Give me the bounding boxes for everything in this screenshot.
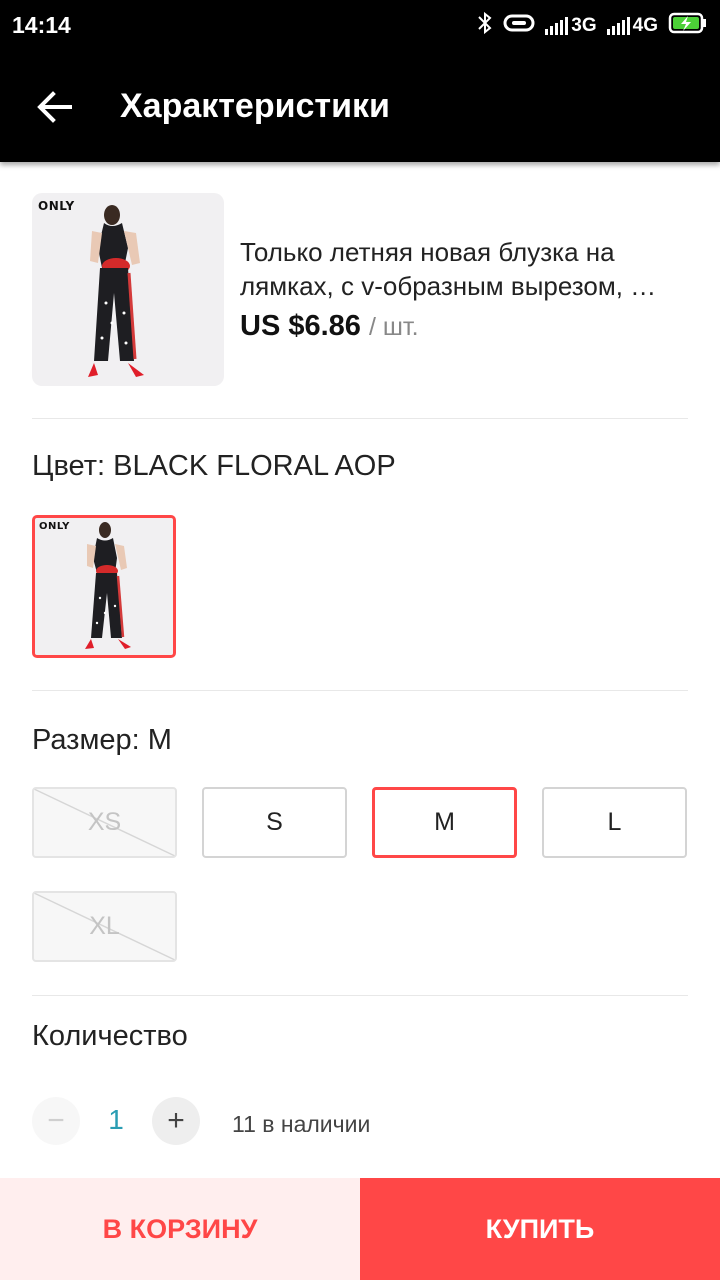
arrow-left-icon: [37, 91, 72, 123]
size-option-label: XS: [87, 808, 122, 836]
size-option-label: S: [266, 808, 283, 836]
network-type-label: 3G: [571, 15, 597, 36]
model-illustration: [88, 205, 144, 377]
quantity-value[interactable]: 1: [100, 1104, 132, 1136]
add-to-cart-label: В КОРЗИНУ: [102, 1213, 258, 1244]
link-icon: [503, 13, 535, 39]
divider: [32, 690, 688, 691]
minus-icon: −: [47, 1104, 65, 1137]
color-swatch-black-floral[interactable]: ONLY: [32, 515, 176, 658]
status-bar: 14:14 3G 4G: [0, 0, 720, 52]
divider: [32, 995, 688, 996]
status-icons: 3G 4G: [477, 10, 708, 42]
add-to-cart-button[interactable]: В КОРЗИНУ: [0, 1178, 360, 1280]
stock-count: 11 в наличии: [232, 1111, 371, 1137]
product-title-text: Только летняя новая блузка на лямках, с …: [240, 237, 657, 301]
quantity-decrease-button[interactable]: −: [32, 1097, 80, 1145]
price: US $6.86: [240, 310, 361, 342]
brand-logo: ONLY: [39, 521, 70, 532]
size-option-xs[interactable]: XS: [32, 787, 177, 858]
size-label: Размер: M: [32, 724, 172, 756]
signal-3g: 3G: [545, 15, 597, 37]
product-title: Только летняя новая блузка на лямках, с …: [240, 235, 690, 303]
size-option-s[interactable]: S: [202, 787, 347, 858]
battery-charging-icon: [668, 12, 708, 40]
back-button[interactable]: [24, 77, 84, 137]
price-row: US $6.86 / шт.: [240, 310, 419, 343]
buy-now-button[interactable]: КУПИТЬ: [360, 1178, 720, 1280]
network-type-label: 4G: [632, 15, 658, 36]
plus-icon: +: [167, 1104, 185, 1137]
price-unit: / шт.: [368, 313, 419, 341]
quantity-increase-button[interactable]: +: [152, 1097, 200, 1145]
brand-logo: ONLY: [38, 199, 75, 213]
size-option-label: XL: [89, 912, 120, 940]
product-image: ONLY: [32, 193, 224, 386]
status-time: 14:14: [12, 12, 71, 38]
signal-icon: [545, 17, 569, 35]
quantity-label: Количество: [32, 1020, 188, 1052]
buy-now-label: КУПИТЬ: [485, 1213, 595, 1244]
divider: [32, 418, 688, 419]
signal-icon: [606, 17, 630, 35]
app-bar: Характеристики: [0, 52, 720, 162]
size-option-m[interactable]: M: [372, 787, 517, 858]
size-option-label: L: [607, 808, 622, 836]
color-label: Цвет: BLACK FLORAL AOP: [32, 450, 396, 482]
size-option-xl[interactable]: XL: [32, 891, 177, 962]
signal-4g: 4G: [606, 15, 658, 37]
size-option-label: M: [434, 808, 455, 836]
bluetooth-icon: [477, 11, 493, 41]
size-option-l[interactable]: L: [542, 787, 687, 858]
page-title: Характеристики: [120, 87, 390, 125]
product-summary: ONLY Только летняя новая блузка на лямка…: [32, 193, 688, 386]
model-illustration: [85, 522, 131, 649]
